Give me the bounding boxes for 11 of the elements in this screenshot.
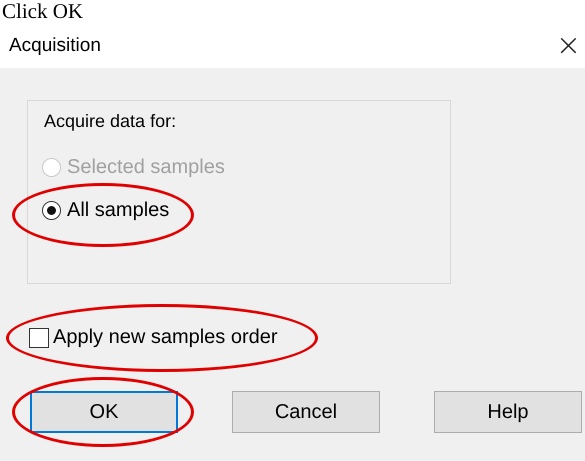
dialog-button[interactable]: Cancel: [232, 391, 380, 433]
checkbox-option[interactable]: Apply new samples order: [29, 326, 278, 349]
close-button[interactable]: ×: [552, 31, 585, 61]
caption-text: Click OK: [1, 0, 84, 24]
group-label: Acquire data for:: [44, 111, 176, 132]
dialog-button[interactable]: OK: [30, 391, 178, 433]
dialog-button[interactable]: Help: [434, 391, 582, 433]
window-title: Acquisition: [9, 35, 101, 57]
radio-option[interactable]: All samples: [42, 199, 170, 222]
radio-button[interactable]: [42, 201, 61, 220]
checkbox[interactable]: [29, 328, 49, 348]
